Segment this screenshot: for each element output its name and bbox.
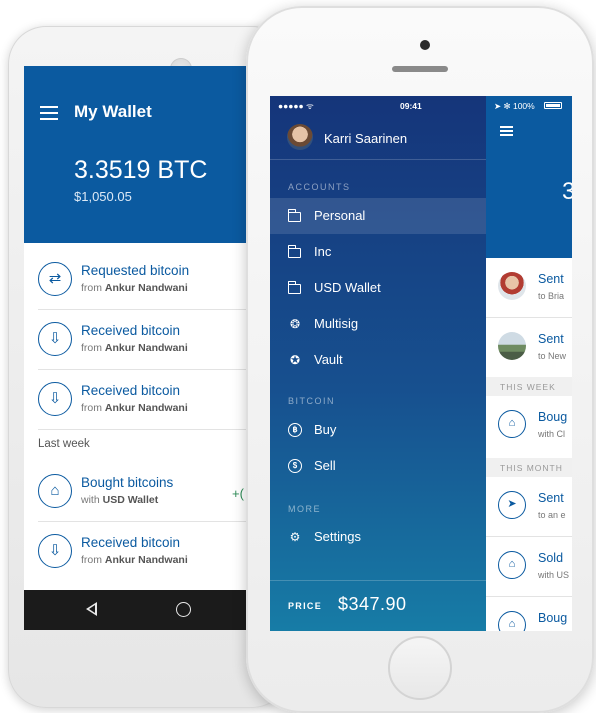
transaction-sub: from Ankur Nandwani [81,554,188,566]
section-last-week: Last week [38,438,90,450]
balance-btc: 3 [562,178,572,205]
wallet-main-peek: ➤ ✻ 100% 3 Sent to Bria Sent to New THIS… [486,96,572,631]
status-right: ➤ ✻ 100% [494,101,535,111]
contact-photo [498,332,526,360]
home-icon[interactable] [176,602,191,617]
account-label: USD Wallet [314,280,381,295]
transaction-row[interactable]: ⌂ Boug with Cl [486,396,572,456]
account-label: Vault [314,352,343,367]
menu-label: Settings [314,529,361,544]
front-camera [420,40,430,50]
back-icon[interactable] [86,602,97,616]
contact-photo [498,272,526,300]
iphone-screen: ➤ ✻ 100% 3 Sent to Bria Sent to New THIS… [270,96,572,631]
transaction-row[interactable]: Sent to Bria [486,258,572,318]
transaction-row[interactable]: Sent to New [486,318,572,378]
account-label: Multisig [314,316,359,331]
folder-icon [287,281,301,294]
section-this-week: THIS WEEK [486,377,572,396]
price-label: PRICE [288,601,323,611]
transaction-sub: with USD Wallet [81,494,159,506]
battery-icon [544,102,562,109]
transaction-title: Sent [538,272,564,286]
receive-icon: ⇩ [38,534,72,568]
folder-icon [287,209,301,222]
transaction-sub: to Bria [538,291,565,301]
transaction-title: Received bitcoin [81,383,181,398]
transaction-title: Sold [538,551,564,565]
user-name: Karri Saarinen [324,131,408,146]
user-profile[interactable]: Karri Saarinen [270,116,486,160]
bank-icon: ⌂ [38,474,72,508]
status-bar: ●●●●● ᯤ 09:41 [278,101,486,113]
bitcoin-icon: ฿ [288,423,302,437]
transaction-row[interactable]: ⌂ Sold with US [486,537,572,597]
account-item-inc[interactable]: Inc [270,234,486,270]
signal-icon: ●●●●● ᯤ [278,101,314,111]
transaction-sub: with Cl [538,429,566,439]
multisig-icon: ❂ [289,317,301,331]
transaction-sub: from Ankur Nandwani [81,402,188,414]
bank-icon: ⌂ [498,410,526,438]
menu-label: Buy [314,422,337,437]
menu-item-settings[interactable]: ⚙ Settings [270,519,486,555]
account-label: Personal [314,208,366,223]
transaction-title: Boug [538,410,568,424]
balance-btc: 3.3519 BTC [74,156,208,184]
transaction-title: Sent [538,332,564,346]
wallet-header: My Wallet 3.3519 BTC $1,050.05 [24,66,282,243]
transaction-title: Bought bitcoins [81,475,174,490]
transaction-amount: +( [232,486,244,501]
page-title: My Wallet [74,102,152,121]
hamburger-menu-icon[interactable] [40,106,58,120]
hamburger-menu-icon[interactable] [500,126,513,136]
account-item-personal[interactable]: Personal [270,198,486,234]
transaction-title: Boug [538,611,568,625]
folder-icon [287,245,301,258]
android-screen: My Wallet 3.3519 BTC $1,050.05 ⇄ Request… [24,66,282,606]
send-icon: ➤ [498,491,526,519]
transaction-sub: to an e [538,510,566,520]
account-item-vault[interactable]: ✪ Vault [270,342,486,378]
transaction-title: Sent [538,491,564,505]
transaction-row[interactable]: ⌂ Boug [486,597,572,631]
section-bitcoin: BITCOIN [288,396,336,406]
receive-icon: ⇩ [38,382,72,416]
transaction-sub: with US [538,570,570,580]
menu-item-sell[interactable]: $ Sell [270,448,486,484]
receive-icon: ⇩ [38,322,72,356]
price-footer: PRICE $347.90 [270,580,486,631]
exchange-arrows-icon: ⇄ [38,262,72,296]
section-this-month: THIS MONTH [486,458,572,477]
navigation-drawer: ●●●●● ᯤ 09:41 Karri Saarinen ACCOUNTS Pe… [270,96,486,631]
home-button[interactable] [388,636,452,700]
transaction-row[interactable]: ➤ Sent to an e [486,477,572,537]
transaction-sub: to New [538,351,567,361]
transaction-title: Requested bitcoin [81,263,190,278]
account-label: Inc [314,244,332,259]
balance-usd: $1,050.05 [74,189,132,204]
wallet-header: ➤ ✻ 100% 3 [486,96,572,258]
transaction-title: Received bitcoin [81,323,181,338]
bank-icon: ⌂ [498,551,526,579]
gear-icon: ⚙ [289,530,301,544]
transaction-sub: from Ankur Nandwani [81,282,188,294]
transaction-title: Received bitcoin [81,535,181,550]
status-time: 09:41 [400,101,422,111]
account-item-multisig[interactable]: ❂ Multisig [270,306,486,342]
avatar [287,124,313,150]
dollar-icon: $ [288,459,302,473]
section-accounts: ACCOUNTS [288,182,351,192]
android-nav-bar [24,590,282,630]
section-more: MORE [288,504,321,514]
account-item-usd-wallet[interactable]: USD Wallet [270,270,486,306]
transaction-sub: from Ankur Nandwani [81,342,188,354]
bank-icon: ⌂ [498,611,526,631]
earpiece-speaker [392,66,448,72]
vault-icon: ✪ [289,353,301,367]
menu-item-buy[interactable]: ฿ Buy [270,412,486,448]
menu-label: Sell [314,458,336,473]
price-value: $347.90 [338,594,407,614]
